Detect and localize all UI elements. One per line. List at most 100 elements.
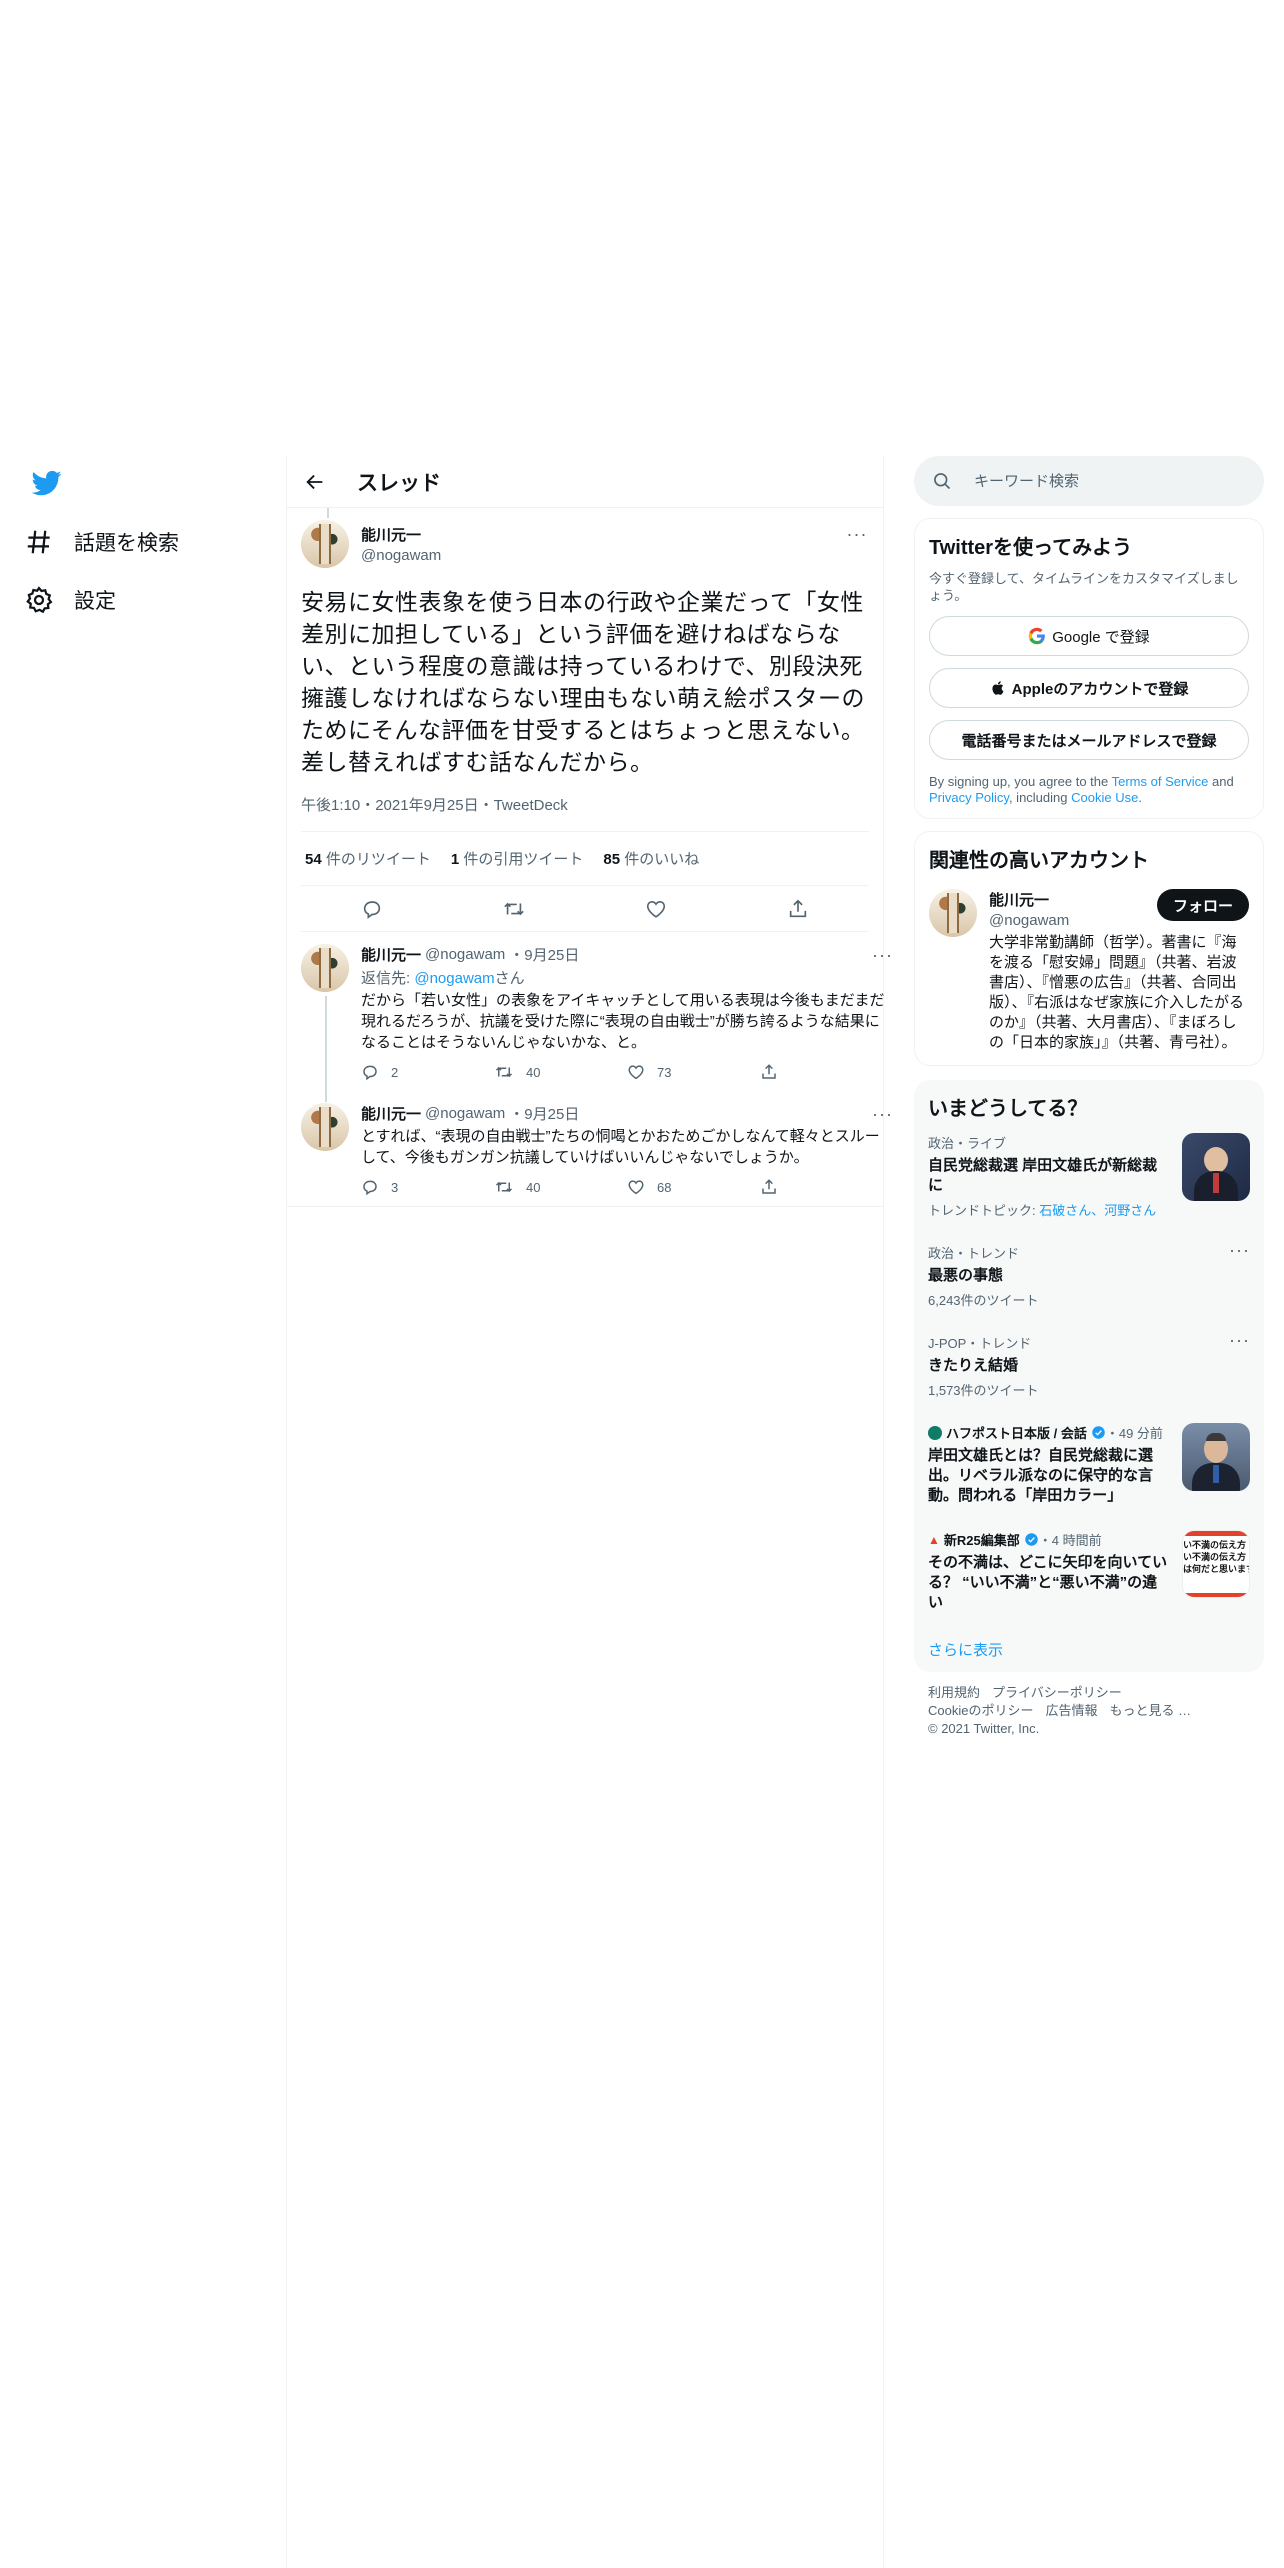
relevant-accounts-card: 関連性の高いアカウント 能川元一 @nogawam フォロー 大学非常勤講師（哲… [914, 831, 1264, 1066]
like-button[interactable] [639, 892, 673, 926]
terms-of-service-link[interactable]: Terms of Service [1112, 774, 1209, 789]
more-options-button[interactable]: ··· [872, 1105, 893, 1123]
tweet-actions: 3 40 68 [361, 1178, 893, 1196]
tweet-date[interactable]: ・9月25日 [509, 1103, 579, 1124]
trend-subtitle: トレンドトピック: 石破さん、河野さん [928, 1200, 1170, 1219]
author-handle[interactable]: @nogawam [425, 1105, 505, 1122]
retweet-icon [495, 1066, 513, 1078]
footer-link-cookies[interactable]: Cookieのポリシー [928, 1703, 1033, 1718]
heart-icon [628, 1180, 644, 1195]
trend-more-button[interactable]: ··· [1229, 1331, 1250, 1349]
search-bar[interactable] [914, 456, 1264, 506]
relevant-accounts-title: 関連性の高いアカウント [929, 850, 1149, 872]
reply-tweet[interactable]: 能川元一 @nogawam ・9月25日 ··· とすれば、“表現の自由戦士”た… [287, 1091, 892, 1207]
trend-count: 6,243件のツイート [928, 1293, 1039, 1308]
footer-link-ads[interactable]: 広告情報 [1045, 1703, 1097, 1718]
retweet-button[interactable]: 40 [494, 1178, 627, 1196]
apple-signup-label: Appleのアカウントで登録 [1011, 680, 1189, 698]
retweet-button[interactable]: 40 [494, 1063, 627, 1081]
likes-count: 85 [603, 851, 621, 868]
tweet-timestamp[interactable]: 午後1:10・2021年9月25日・TweetDeck [301, 794, 869, 832]
apple-icon [990, 679, 1006, 697]
thread-connector [327, 508, 329, 518]
author-name[interactable]: 能川元一 [361, 944, 421, 965]
share-button[interactable] [760, 1178, 893, 1196]
retweets-count: 54 [305, 851, 322, 868]
reply-button[interactable]: 3 [361, 1178, 494, 1196]
nav-item-explore[interactable]: 話題を検索 [24, 516, 179, 568]
tweet-date[interactable]: ・9月25日 [509, 944, 579, 965]
trend-item[interactable]: 政治・トレンド 最悪の事態 6,243件のツイート ··· [914, 1231, 1264, 1321]
trend-count: 1,573件のツイート [928, 1383, 1039, 1398]
avatar[interactable] [301, 520, 349, 568]
twitter-logo-icon[interactable] [30, 468, 64, 498]
news-source: ハフポスト日本版 / 会話 ・49 分前 [928, 1423, 1170, 1442]
likes-stat[interactable]: 85 件のいいね [603, 848, 699, 869]
trend-item[interactable]: 政治・ライブ 自民党総裁選 岸田文雄氏が新総裁に トレンドトピック: 石破さん、… [914, 1121, 1264, 1231]
news-item[interactable]: ハフポスト日本版 / 会話 ・49 分前 岸田文雄氏とは？自民党総裁に選出。リベ… [914, 1411, 1264, 1518]
footer-link-more[interactable]: もっと見る … [1109, 1703, 1191, 1718]
news-source: ▲ 新R25編集部 ・4 時間前 [928, 1530, 1170, 1549]
retweets-stat[interactable]: 54 件のリツイート [305, 848, 431, 869]
back-button[interactable] [301, 468, 329, 496]
like-button[interactable]: 68 [627, 1178, 760, 1196]
trend-context: J-POP・トレンド [928, 1336, 1032, 1351]
nav-item-settings[interactable]: 設定 [24, 574, 116, 626]
privacy-policy-link[interactable]: Privacy Policy [929, 790, 1009, 805]
share-button[interactable] [781, 892, 815, 926]
apple-signup-button[interactable]: Appleのアカウントで登録 [929, 668, 1249, 708]
google-signup-button[interactable]: Google で登録 [929, 616, 1249, 656]
nav-item-label: 設定 [74, 590, 116, 613]
trend-subtitle-prefix: トレンドトピック: [928, 1203, 1040, 1218]
show-more-link[interactable]: さらに表示 [914, 1625, 1264, 1664]
reply-icon [363, 900, 381, 919]
retweet-count: 40 [526, 1179, 541, 1195]
like-count: 68 [657, 1179, 672, 1195]
footer-link-terms[interactable]: 利用規約 [928, 1685, 980, 1700]
heart-icon [628, 1065, 644, 1080]
author-name[interactable]: 能川元一 [361, 524, 845, 545]
search-input[interactable] [974, 472, 1224, 490]
nav-item-label: 話題を検索 [74, 532, 179, 555]
reply-button[interactable]: 2 [361, 1063, 494, 1081]
avatar[interactable] [929, 889, 977, 937]
retweet-button[interactable] [497, 892, 531, 926]
reply-button[interactable] [355, 892, 389, 926]
mention-link[interactable]: @nogawam [414, 970, 494, 987]
account-name[interactable]: 能川元一 [989, 889, 1157, 910]
terms-text: and [1208, 774, 1234, 789]
author-handle[interactable]: @nogawam [425, 946, 505, 963]
author-handle[interactable]: @nogawam [361, 547, 845, 564]
follow-button[interactable]: フォロー [1156, 889, 1249, 921]
trend-topic-links[interactable]: 石破さん、河野さん [1039, 1203, 1156, 1218]
avatar[interactable] [301, 1103, 349, 1151]
share-button[interactable] [760, 1063, 893, 1081]
trend-more-button[interactable]: ··· [1229, 1241, 1250, 1259]
account-handle[interactable]: @nogawam [989, 912, 1157, 929]
reply-tweet[interactable]: 能川元一 @nogawam ・9月25日 ··· 返信先: @nogawamさん… [287, 932, 892, 1102]
news-source-name: 新R25編集部 [943, 1533, 1020, 1548]
quotes-stat[interactable]: 1 件の引用ツイート [451, 848, 584, 869]
sidebar-footer: 利用規約 プライバシーポリシー Cookieのポリシー 広告情報 もっと見る … © … [914, 1672, 1264, 1750]
like-button[interactable]: 73 [627, 1063, 760, 1081]
thread-column: スレッド 能川元一 @nogawam ··· 安易に女性表象を使う日本の行政や企… [287, 456, 892, 1207]
cookie-use-link[interactable]: Cookie Use [1071, 790, 1138, 805]
terms-text: . [1138, 790, 1142, 805]
reply-to-line: 返信先: @nogawamさん [361, 967, 893, 988]
news-headline: 岸田文雄氏とは？自民党総裁に選出。リベラル派なのに保守的な言動。問われる「岸田カ… [928, 1447, 1154, 1504]
more-options-button[interactable]: ··· [845, 522, 869, 546]
footer-link-privacy[interactable]: プライバシーポリシー [992, 1685, 1122, 1700]
tweet-text: だから「若い女性」の表象をアイキャッチとして用いる表現は今後もまだまだ現れるだろ… [361, 992, 885, 1051]
share-icon [762, 1179, 776, 1194]
trend-item[interactable]: J-POP・トレンド きたりえ結婚 1,573件のツイート ··· [914, 1321, 1264, 1411]
account-bio: 大学非常勤講師（哲学）。著書に『海を渡る「慰安婦」問題』（共著、岩波書店）、『憎… [989, 934, 1245, 1051]
thread-connector [325, 996, 327, 1102]
news-item[interactable]: ▲ 新R25編集部 ・4 時間前 その不満は、どこに矢印を向いている？ “いい不… [914, 1518, 1264, 1625]
avatar[interactable] [301, 944, 349, 992]
tweet-stats: 54 件のリツイート 1 件の引用ツイート 85 件のいいね [301, 832, 869, 886]
phone-email-signup-button[interactable]: 電話番号またはメールアドレスで登録 [929, 720, 1249, 760]
news-thumbnail: い不満の伝え方 い不満の伝え方 は何だと思います [1182, 1530, 1250, 1598]
account-item[interactable]: 能川元一 @nogawam フォロー 大学非常勤講師（哲学）。著書に『海を渡る「… [929, 889, 1249, 1053]
more-options-button[interactable]: ··· [872, 946, 893, 964]
author-name[interactable]: 能川元一 [361, 1103, 421, 1124]
